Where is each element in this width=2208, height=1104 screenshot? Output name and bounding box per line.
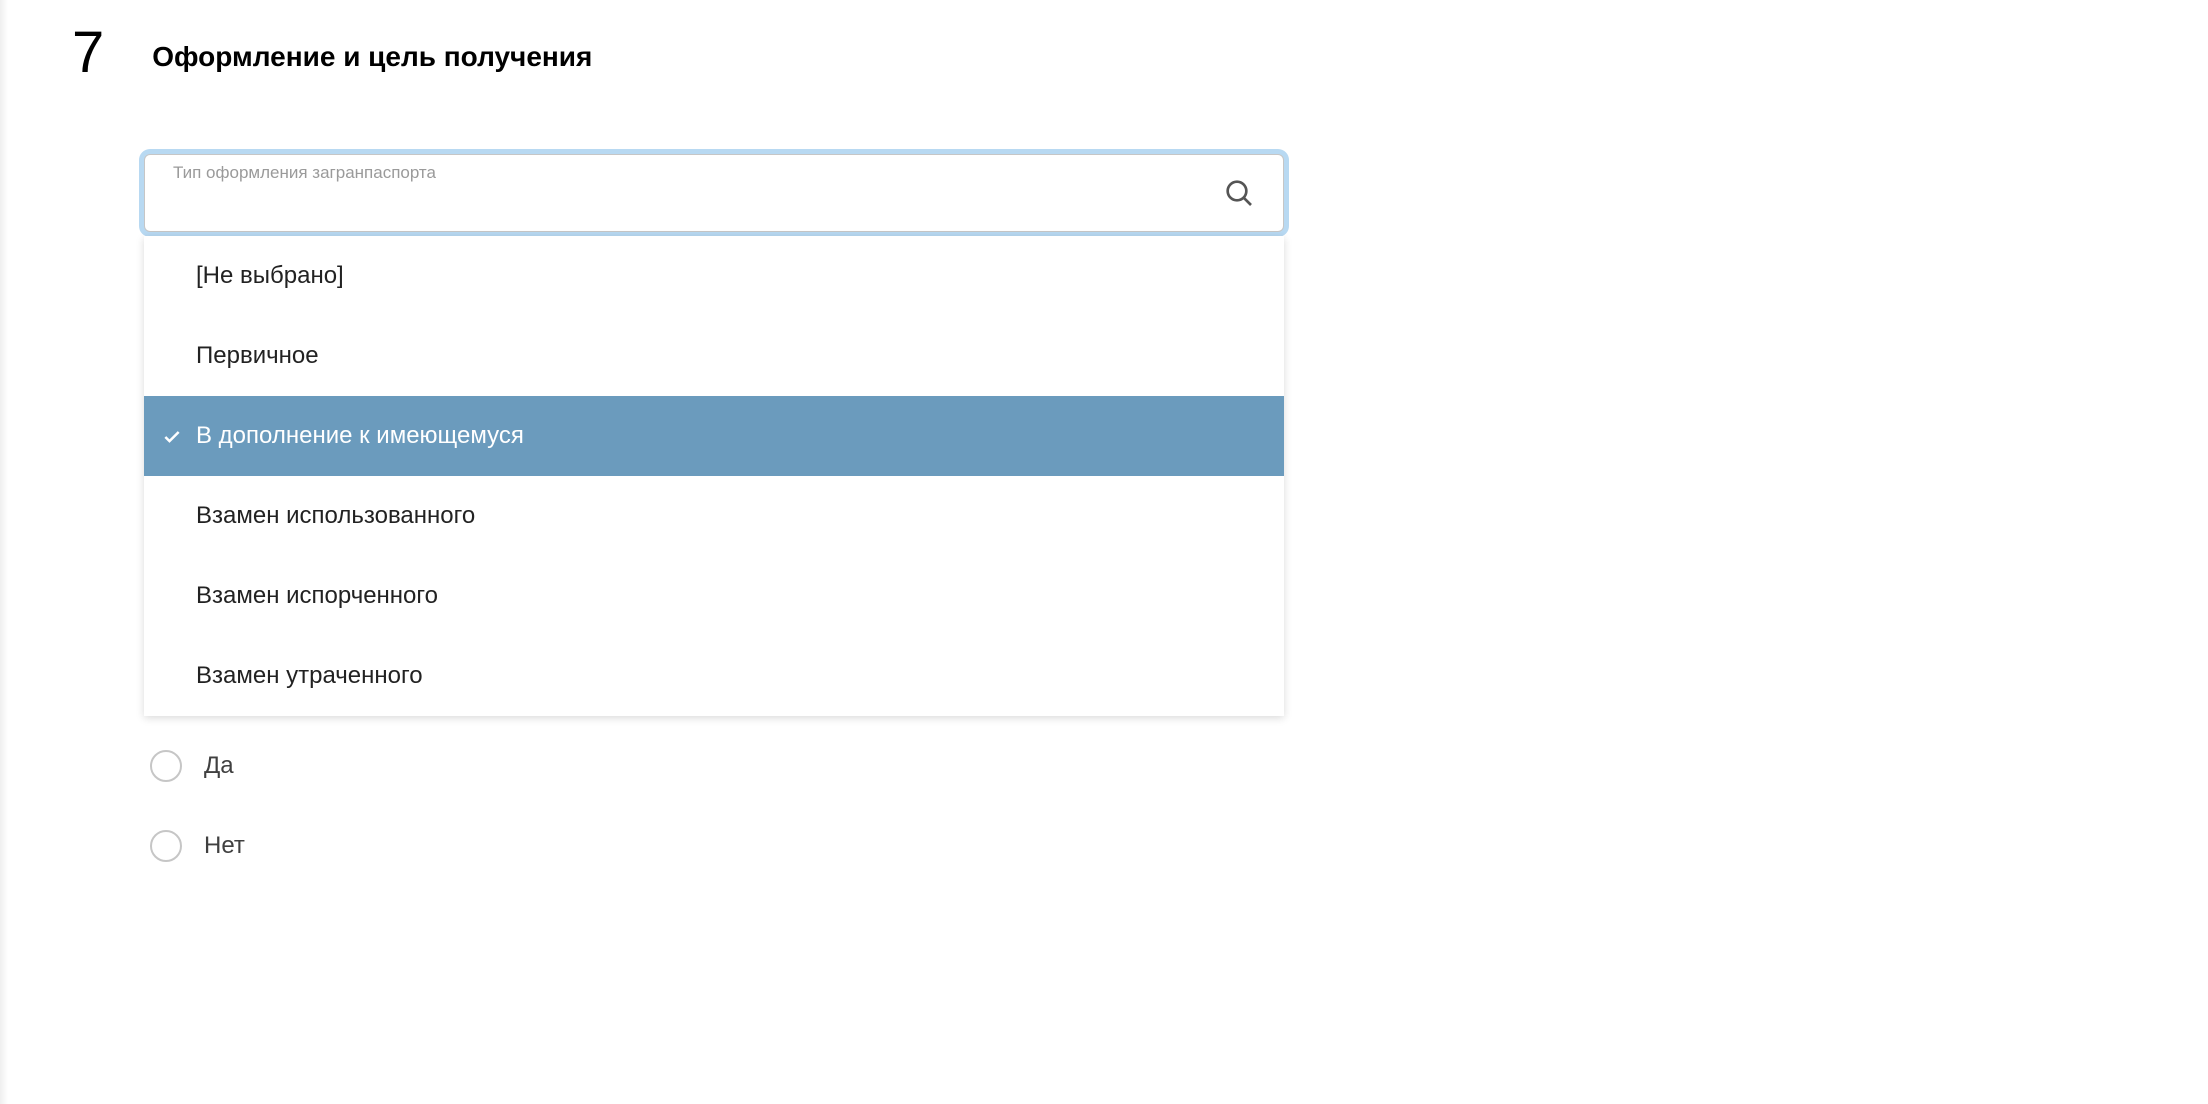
- dropdown-option-used[interactable]: Взамен использованного: [144, 476, 1284, 556]
- radio-no[interactable]: Нет: [150, 830, 245, 862]
- check-icon: [162, 426, 182, 446]
- radio-circle: [150, 750, 182, 782]
- dropdown-option-lost[interactable]: Взамен утраченного: [144, 636, 1284, 716]
- dropdown-option-label: Взамен утраченного: [196, 662, 423, 690]
- radio-circle: [150, 830, 182, 862]
- form-section: 7 Оформление и цель получения Тип оформл…: [0, 0, 2208, 232]
- radio-yes[interactable]: Да: [150, 750, 245, 782]
- step-title: Оформление и цель получения: [152, 40, 592, 74]
- dropdown-option-additional[interactable]: В дополнение к имеющемуся: [144, 396, 1284, 476]
- radio-label: Нет: [204, 832, 245, 860]
- dropdown-option-damaged[interactable]: Взамен испорченного: [144, 556, 1284, 636]
- select-floating-label: Тип оформления загранпаспорта: [173, 163, 436, 183]
- radio-group: Да Нет: [150, 750, 245, 910]
- step-number: 7: [72, 24, 104, 82]
- dropdown-option-label: Первичное: [196, 342, 319, 370]
- dropdown-option-label: В дополнение к имеющемуся: [196, 422, 524, 450]
- dropdown-option-label: Взамен испорченного: [196, 582, 438, 610]
- dropdown-option-none[interactable]: [Не выбрано]: [144, 236, 1284, 316]
- section-header: 7 Оформление и цель получения: [0, 24, 2208, 82]
- form-area: Тип оформления загранпаспорта [Не выбран…: [0, 154, 2208, 232]
- search-icon[interactable]: [1223, 177, 1255, 209]
- passport-type-select[interactable]: Тип оформления загранпаспорта: [144, 154, 1284, 232]
- radio-label: Да: [204, 752, 234, 780]
- dropdown-option-label: [Не выбрано]: [196, 262, 344, 290]
- passport-type-dropdown: [Не выбрано] Первичное В дополнение к им…: [144, 236, 1284, 716]
- dropdown-option-label: Взамен использованного: [196, 502, 475, 530]
- passport-type-input[interactable]: [169, 189, 1199, 215]
- dropdown-option-primary[interactable]: Первичное: [144, 316, 1284, 396]
